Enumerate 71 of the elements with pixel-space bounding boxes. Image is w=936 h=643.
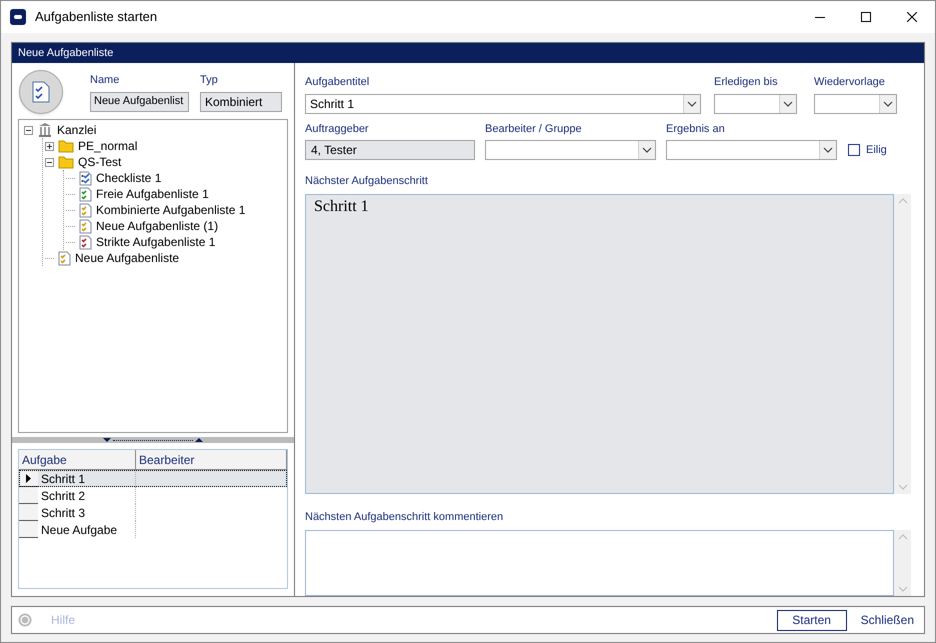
type-field[interactable]: Kombiniert (200, 92, 282, 112)
panel-header: Neue Aufgabenliste (12, 43, 924, 63)
collapse-toggle[interactable] (45, 158, 54, 166)
field-label: Wiedervorlage (814, 75, 886, 90)
tree-item[interactable]: QS-Test (78, 153, 122, 171)
result-combo[interactable] (666, 140, 837, 160)
maximize-icon[interactable] (861, 12, 871, 22)
table-row[interactable]: Schritt 2 (19, 487, 287, 504)
tree-item[interactable]: Checkliste 1 (96, 169, 162, 187)
row-pointer-icon (26, 474, 31, 482)
task-list-icon (58, 250, 71, 266)
name-field[interactable]: Neue Aufgabenlist (90, 92, 189, 112)
tree-item[interactable]: Neue Aufgabenliste (1) (96, 217, 218, 235)
field-label: Nächsten Aufgabenschritt kommentieren (305, 510, 504, 523)
field-label: Bearbeiter / Gruppe (485, 122, 583, 136)
tree-item[interactable]: Strikte Aufgabenliste 1 (96, 233, 216, 251)
minimize-icon[interactable] (815, 16, 825, 18)
field-label: Name (90, 73, 120, 88)
table-cell: Neue Aufgabe (38, 521, 136, 538)
task-list-icon (79, 186, 92, 202)
tree-item[interactable]: Freie Aufgabenliste 1 (96, 185, 209, 203)
table-row[interactable]: Schritt 1 (19, 470, 287, 487)
chevron-down-icon (687, 100, 697, 106)
start-button[interactable]: Starten (776, 610, 847, 630)
chevron-down-icon (642, 147, 652, 153)
column-header[interactable]: Aufgabe (19, 450, 136, 469)
close-dialog-button[interactable]: Schließen (856, 610, 918, 630)
task-list-icon (79, 202, 92, 218)
folder-icon (58, 155, 74, 169)
collapse-toggle[interactable] (24, 126, 33, 134)
date-combo[interactable] (714, 94, 797, 114)
field-label: Erledigen bis (714, 75, 779, 90)
column-header[interactable]: Bearbeiter (136, 450, 287, 469)
field-label: Ergebnis an (666, 122, 726, 136)
expand-toggle[interactable] (45, 142, 54, 150)
client-field[interactable]: 4, Tester (305, 140, 475, 160)
field-label: Auftraggeber (305, 122, 370, 136)
tree-item[interactable]: Neue Aufgabenliste (75, 249, 180, 267)
task-list-icon (79, 218, 92, 234)
close-icon[interactable] (907, 12, 917, 22)
table-cell: Schritt 3 (38, 504, 136, 521)
field-label: Eilig (866, 142, 887, 158)
table-cell: Schritt 1 (38, 470, 136, 487)
chevron-down-icon (823, 147, 833, 153)
triangle-down-icon[interactable] (103, 438, 111, 442)
next-step-field[interactable]: Schritt 1 (305, 194, 894, 494)
title-combo[interactable]: Schritt 1 (305, 94, 701, 114)
table-row[interactable]: Schritt 3 (19, 504, 287, 521)
window-title: Aufgabenliste starten (35, 8, 158, 26)
folder-icon (58, 139, 74, 153)
field-label: Typ (200, 73, 219, 88)
tree-item[interactable]: Kombinierte Aufgabenliste 1 (96, 201, 246, 219)
task-list-icon (79, 234, 92, 250)
field-label: Nächster Aufgabenschritt (305, 175, 428, 187)
assignee-combo[interactable] (485, 140, 656, 160)
app-icon (10, 9, 26, 25)
triangle-up-icon[interactable] (195, 438, 203, 442)
checklist-badge-icon (19, 70, 63, 114)
splitter[interactable] (12, 437, 294, 443)
table-row[interactable]: Neue Aufgabe (19, 521, 287, 538)
tree-item[interactable]: Kanzlei (57, 121, 96, 139)
resubmission-combo[interactable] (814, 94, 897, 114)
field-label: Aufgabentitel (305, 75, 370, 90)
comment-field[interactable] (305, 530, 894, 596)
urgent-checkbox[interactable] (848, 144, 860, 156)
help-icon (18, 613, 32, 627)
chevron-down-icon (883, 100, 893, 106)
tree-item[interactable]: PE_normal (78, 137, 138, 155)
chevron-down-icon (783, 100, 793, 106)
checklist-icon (79, 170, 92, 186)
table-cell: Schritt 2 (38, 487, 136, 504)
